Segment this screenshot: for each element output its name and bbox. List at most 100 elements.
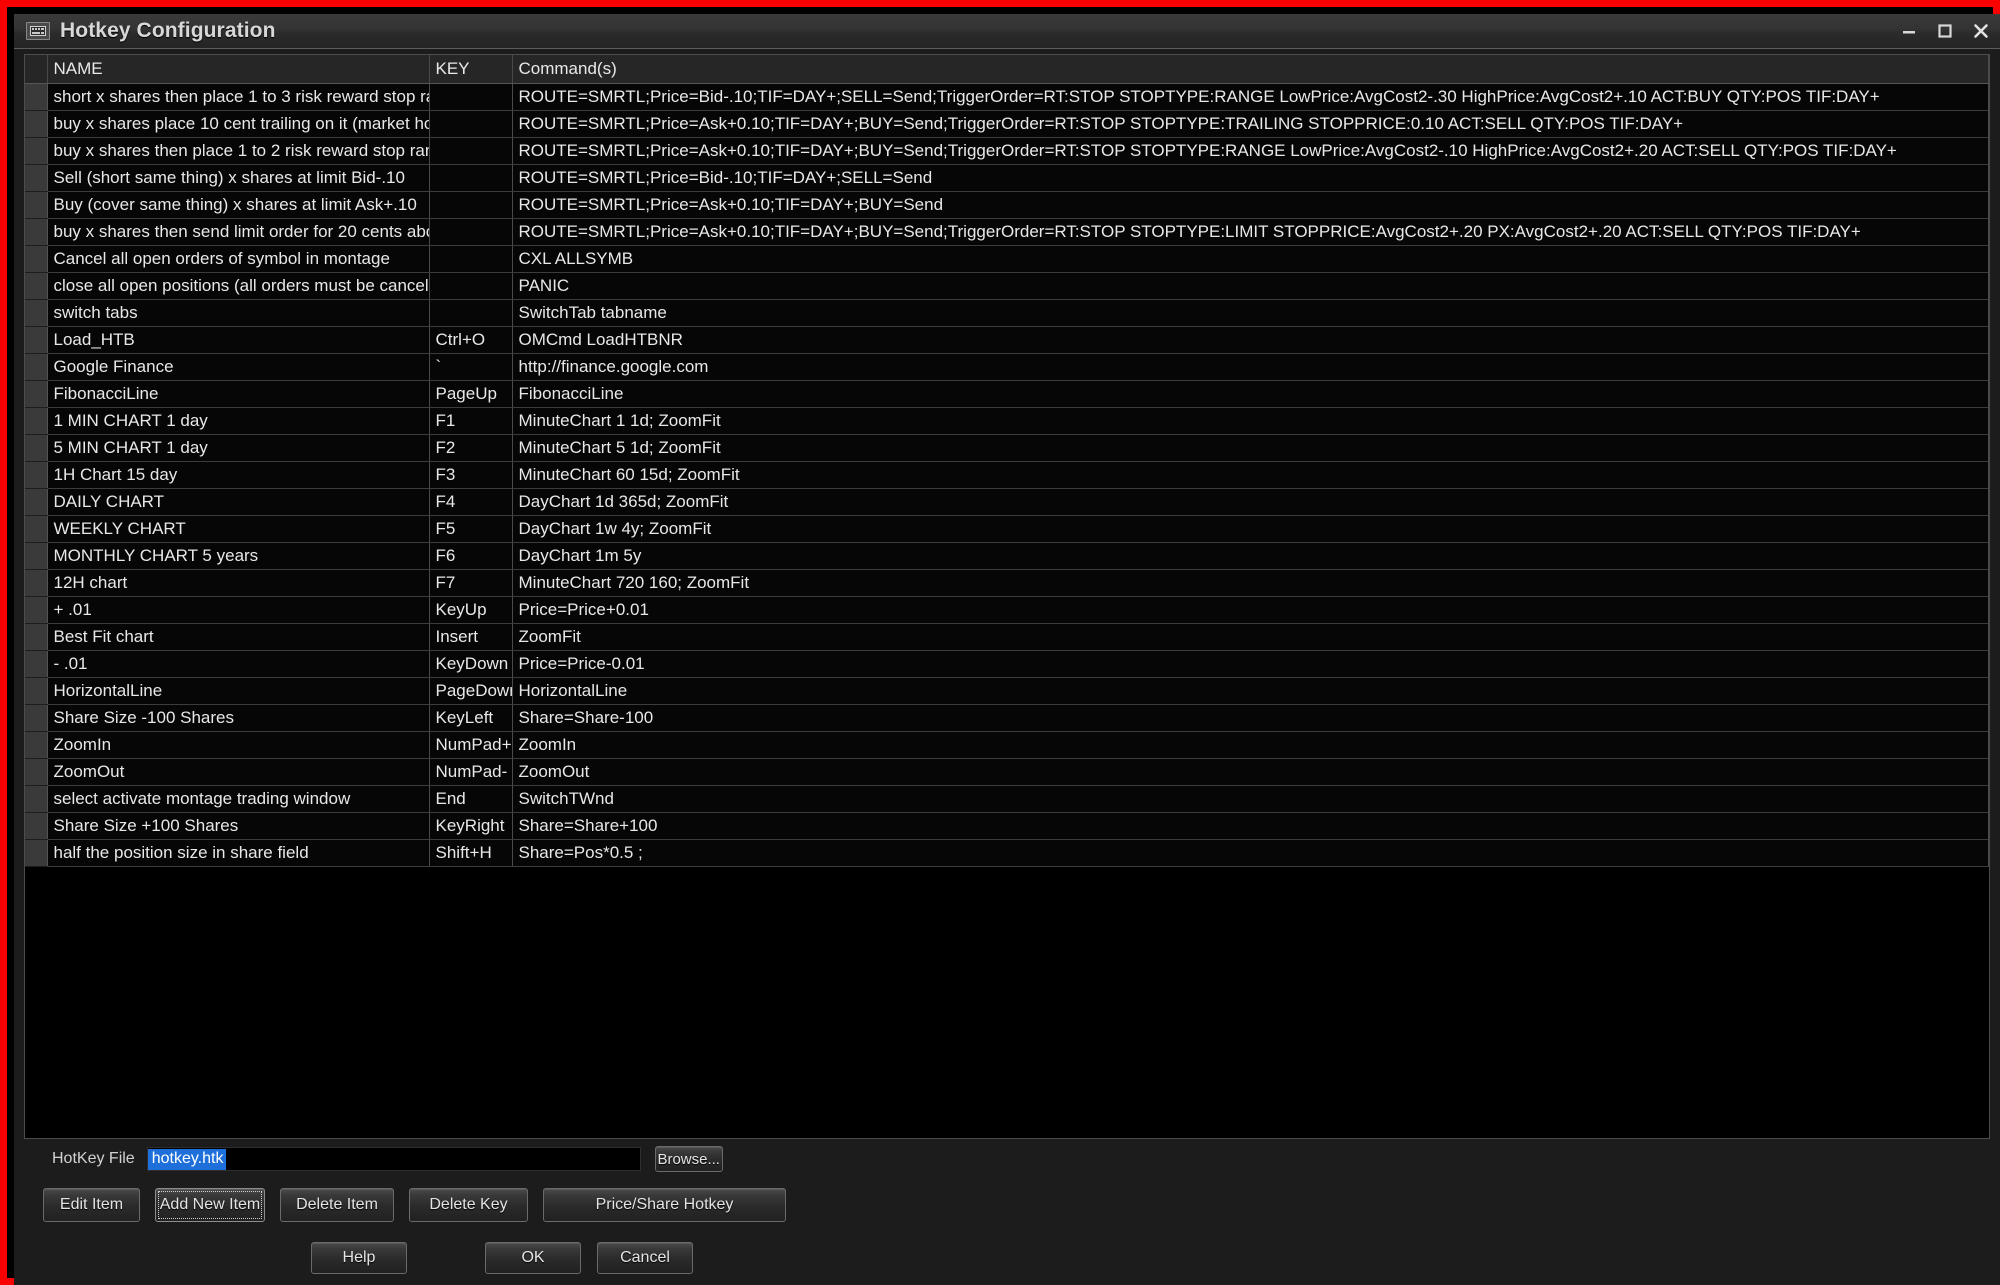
cell-command: MinuteChart 5 1d; ZoomFit [512,434,1989,462]
table-row[interactable]: + .01 KeyUp Price=Price+0.01 [25,596,1989,624]
cell-key [429,245,513,273]
cell-name: Sell (short same thing) x shares at limi… [47,164,430,192]
table-row[interactable]: Cancel all open orders of symbol in mont… [25,245,1989,273]
table-row[interactable]: short x shares then place 1 to 3 risk re… [25,83,1989,111]
cell-command: ROUTE=SMRTL;Price=Ask+0.10;TIF=DAY+;BUY=… [512,137,1989,165]
row-selector[interactable] [25,380,48,408]
row-selector[interactable] [25,731,48,759]
table-row[interactable]: close all open positions (all orders mus… [25,272,1989,300]
table-row[interactable]: ZoomIn NumPad+ ZoomIn [25,731,1989,759]
row-selector[interactable] [25,785,48,813]
maximize-icon[interactable] [1934,20,1956,42]
cell-name: Share Size +100 Shares [47,812,430,840]
row-selector[interactable] [25,191,48,219]
row-selector[interactable] [25,623,48,651]
table-row[interactable]: buy x shares place 10 cent trailing on i… [25,110,1989,138]
row-selector[interactable] [25,839,48,867]
row-selector[interactable] [25,83,48,111]
row-selector[interactable] [25,596,48,624]
cell-name: DAILY CHART [47,488,430,516]
table-row[interactable]: Google Finance ` http://finance.google.com [25,353,1989,381]
table-row[interactable]: ZoomOut NumPad- ZoomOut [25,758,1989,786]
cell-key [429,164,513,192]
table-row[interactable]: 12H chart F7 MinuteChart 720 160; ZoomFit [25,569,1989,597]
row-selector[interactable] [25,569,48,597]
cell-key: End [429,785,513,813]
row-selector[interactable] [25,434,48,462]
help-button[interactable]: Help [311,1242,407,1274]
cell-key: F1 [429,407,513,435]
table-row[interactable]: DAILY CHART F4 DayChart 1d 365d; ZoomFit [25,488,1989,516]
delete-item-button[interactable]: Delete Item [280,1188,394,1222]
cell-key: F3 [429,461,513,489]
table-row[interactable]: Sell (short same thing) x shares at limi… [25,164,1989,192]
row-selector[interactable] [25,164,48,192]
table-row[interactable]: 1 MIN CHART 1 day F1 MinuteChart 1 1d; Zoo… [25,407,1989,435]
cell-name: MONTHLY CHART 5 years [47,542,430,570]
cancel-button[interactable]: Cancel [597,1242,693,1274]
cell-command: http://finance.google.com [512,353,1989,381]
table-row[interactable]: Share Size +100 Shares KeyRight Share=Shar… [25,812,1989,840]
table-row[interactable]: MONTHLY CHART 5 years F6 DayChart 1m 5y [25,542,1989,570]
table-row[interactable]: half the position size in share field Shi… [25,839,1989,867]
table-row[interactable]: switch tabs SwitchTab tabname [25,299,1989,327]
table-row[interactable]: Load_HTB Ctrl+O OMCmd LoadHTBNR [25,326,1989,354]
table-row[interactable]: buy x shares then place 1 to 2 risk rewa… [25,137,1989,165]
table-row[interactable]: WEEKLY CHART F5 DayChart 1w 4y; ZoomFit [25,515,1989,543]
row-selector[interactable] [25,542,48,570]
edit-item-button[interactable]: Edit Item [43,1188,140,1222]
column-header-key[interactable]: KEY [429,55,513,84]
row-selector[interactable] [25,407,48,435]
table-row[interactable]: select activate montage trading window En… [25,785,1989,813]
cell-command: Price=Price-0.01 [512,650,1989,678]
row-selector[interactable] [25,353,48,381]
row-selector[interactable] [25,299,48,327]
cell-command: SwitchTWnd [512,785,1989,813]
row-selector[interactable] [25,461,48,489]
column-header-commands[interactable]: Command(s) [512,55,1989,84]
close-icon[interactable] [1970,20,1992,42]
row-selector[interactable] [25,650,48,678]
minimize-icon[interactable] [1898,20,1920,42]
table-row[interactable]: Best Fit chart Insert ZoomFit [25,623,1989,651]
row-selector[interactable] [25,704,48,732]
row-selector[interactable] [25,515,48,543]
table-row[interactable]: 5 MIN CHART 1 day F2 MinuteChart 5 1d; Zoo… [25,434,1989,462]
table-row[interactable]: Buy (cover same thing) x shares at limit… [25,191,1989,219]
table-row[interactable]: 1H Chart 15 day F3 MinuteChart 60 15d; Zoo… [25,461,1989,489]
delete-key-button[interactable]: Delete Key [409,1188,528,1222]
table-header-row: NAME KEY Command(s) [25,55,1989,84]
table-row[interactable]: Share Size -100 Shares KeyLeft Share=Share… [25,704,1989,732]
row-selector[interactable] [25,137,48,165]
row-selector[interactable] [25,488,48,516]
cell-name: buy x shares then send limit order for 2… [47,218,430,246]
hotkey-configuration-window: Hotkey Configuration NAME KEY Command(s)… [14,14,2000,1285]
row-selector[interactable] [25,812,48,840]
row-selector[interactable] [25,326,48,354]
row-selector[interactable] [25,110,48,138]
table-row[interactable]: buy x shares then send limit order for 2… [25,218,1989,246]
cell-command: ROUTE=SMRTL;Price=Ask+0.10;TIF=DAY+;BUY=… [512,191,1989,219]
table-row[interactable]: FibonacciLine PageUp FibonacciLine [25,380,1989,408]
title-bar: Hotkey Configuration [14,14,2000,49]
table-row[interactable]: HorizontalLine PageDown HorizontalLine [25,677,1989,705]
row-selector[interactable] [25,245,48,273]
row-selector[interactable] [25,758,48,786]
cell-key [429,299,513,327]
cell-name: WEEKLY CHART [47,515,430,543]
hotkey-file-input[interactable]: hotkey.htk [146,1147,641,1171]
table-row[interactable]: - .01 KeyDown Price=Price-0.01 [25,650,1989,678]
cell-key [429,137,513,165]
cell-command: FibonacciLine [512,380,1989,408]
ok-button[interactable]: OK [485,1242,581,1274]
price-share-hotkey-button[interactable]: Price/Share Hotkey [543,1188,786,1222]
browse-button[interactable]: Browse... [654,1146,723,1172]
row-selector[interactable] [25,218,48,246]
item-action-buttons: Edit Item Add New Item Delete Item Delet… [14,1179,2000,1231]
column-header-name[interactable]: NAME [47,55,430,84]
cell-key: Insert [429,623,513,651]
row-selector[interactable] [25,677,48,705]
row-selector[interactable] [25,272,48,300]
add-new-item-button[interactable]: Add New Item [155,1188,265,1222]
hotkey-table-container[interactable]: NAME KEY Command(s) short x shares then … [24,54,1990,1139]
